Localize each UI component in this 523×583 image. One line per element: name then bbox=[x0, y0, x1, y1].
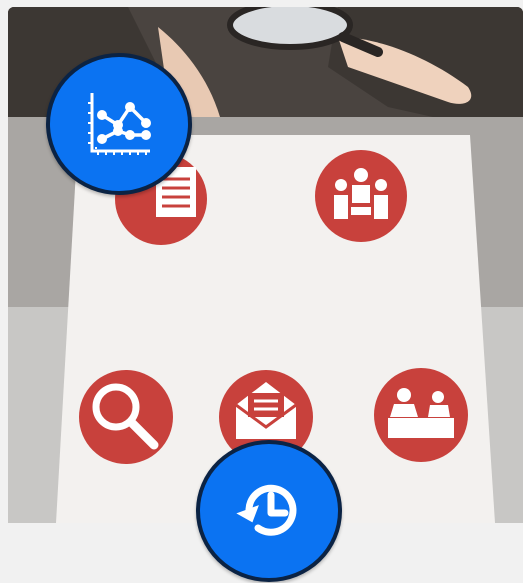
history-button[interactable] bbox=[196, 440, 342, 582]
history-icon bbox=[236, 484, 297, 536]
interview-desk-icon bbox=[374, 368, 468, 462]
app-screen bbox=[0, 0, 523, 583]
meeting-people-icon bbox=[315, 150, 407, 242]
chart-button[interactable] bbox=[46, 53, 192, 195]
magnifier-icon bbox=[79, 370, 173, 464]
line-chart-icon bbox=[88, 93, 151, 155]
